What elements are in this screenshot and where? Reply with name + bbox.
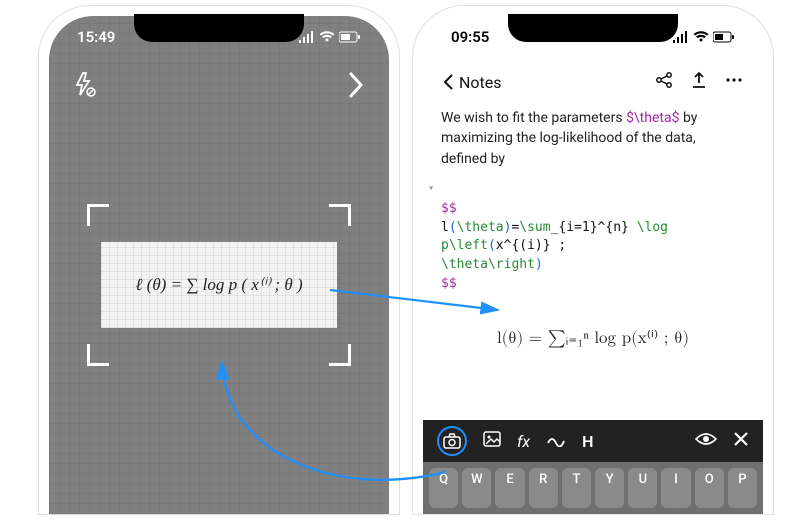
close-icon — [733, 431, 749, 447]
captured-paper: ℓ (θ) = ∑ log p ( x⁽ⁱ⁾ ; θ ) — [101, 242, 337, 328]
signal-icon — [673, 31, 689, 43]
fx-tool[interactable]: fx — [517, 432, 530, 451]
close-tool[interactable] — [733, 431, 749, 451]
preview-tool[interactable] — [695, 431, 717, 451]
back-button[interactable]: Notes — [443, 73, 502, 92]
crop-frame[interactable]: ℓ (θ) = ∑ log p ( x⁽ⁱ⁾ ; θ ) — [87, 204, 351, 366]
body-text: We wish to fit the parameters $\theta$ b… — [441, 108, 745, 169]
signal-icon — [299, 31, 315, 43]
key-w[interactable]: W — [462, 468, 491, 508]
share-icon — [655, 71, 673, 89]
export-button[interactable] — [691, 71, 707, 93]
latex-code-block[interactable]: $$ l(\theta)=\sum_{i=1}^{n} \log p\left(… — [441, 181, 745, 313]
key-e[interactable]: E — [495, 468, 524, 508]
wifi-icon — [693, 31, 709, 43]
heading-tool[interactable]: H — [582, 432, 593, 451]
image-icon — [483, 431, 501, 447]
insert-toolbar: fx H — [423, 420, 763, 462]
phone-camera: 15:49 ℓ (θ) = ∑ log p ( x⁽ⁱ⁾ ; θ ) — [38, 5, 400, 515]
camera-tool[interactable] — [437, 426, 467, 456]
status-time: 09:55 — [451, 28, 489, 46]
status-bar: 09:55 — [423, 28, 763, 46]
scribble-tool[interactable] — [546, 431, 566, 451]
back-label: Notes — [459, 73, 502, 92]
editor-content[interactable]: We wish to fit the parameters $\theta$ b… — [441, 108, 745, 351]
status-bar: 15:49 — [49, 28, 389, 46]
image-tool[interactable] — [483, 431, 501, 451]
key-u[interactable]: U — [628, 468, 657, 508]
next-button[interactable] — [345, 72, 367, 102]
wifi-icon — [319, 31, 335, 43]
share-button[interactable] — [655, 71, 673, 93]
status-icons — [673, 28, 735, 46]
key-q[interactable]: Q — [429, 468, 458, 508]
status-icons — [299, 28, 361, 46]
key-y[interactable]: Y — [595, 468, 624, 508]
battery-icon — [713, 31, 735, 43]
rendered-equation: l(θ) = ∑ᵢ₌₁ⁿ log p(x⁽ⁱ⁾ ; θ) — [441, 327, 745, 352]
chevron-left-icon — [443, 74, 455, 90]
key-r[interactable]: R — [529, 468, 558, 508]
handwritten-equation: ℓ (θ) = ∑ log p ( x⁽ⁱ⁾ ; θ ) — [135, 275, 302, 295]
keyboard[interactable]: Q W E R T Y U I O P — [423, 462, 763, 514]
upload-icon — [691, 71, 707, 89]
nav-bar: Notes — [423, 64, 763, 100]
more-icon — [725, 71, 743, 89]
key-p[interactable]: P — [728, 468, 757, 508]
key-t[interactable]: T — [562, 468, 591, 508]
eye-icon — [695, 431, 717, 447]
camera-icon — [443, 433, 461, 449]
scribble-icon — [546, 431, 566, 447]
flash-button[interactable] — [71, 72, 97, 102]
key-o[interactable]: O — [695, 468, 724, 508]
status-time: 15:49 — [77, 28, 115, 46]
more-button[interactable] — [725, 71, 743, 93]
battery-icon — [339, 31, 361, 43]
key-i[interactable]: I — [661, 468, 690, 508]
phone-editor: 09:55 Notes — [412, 5, 774, 515]
